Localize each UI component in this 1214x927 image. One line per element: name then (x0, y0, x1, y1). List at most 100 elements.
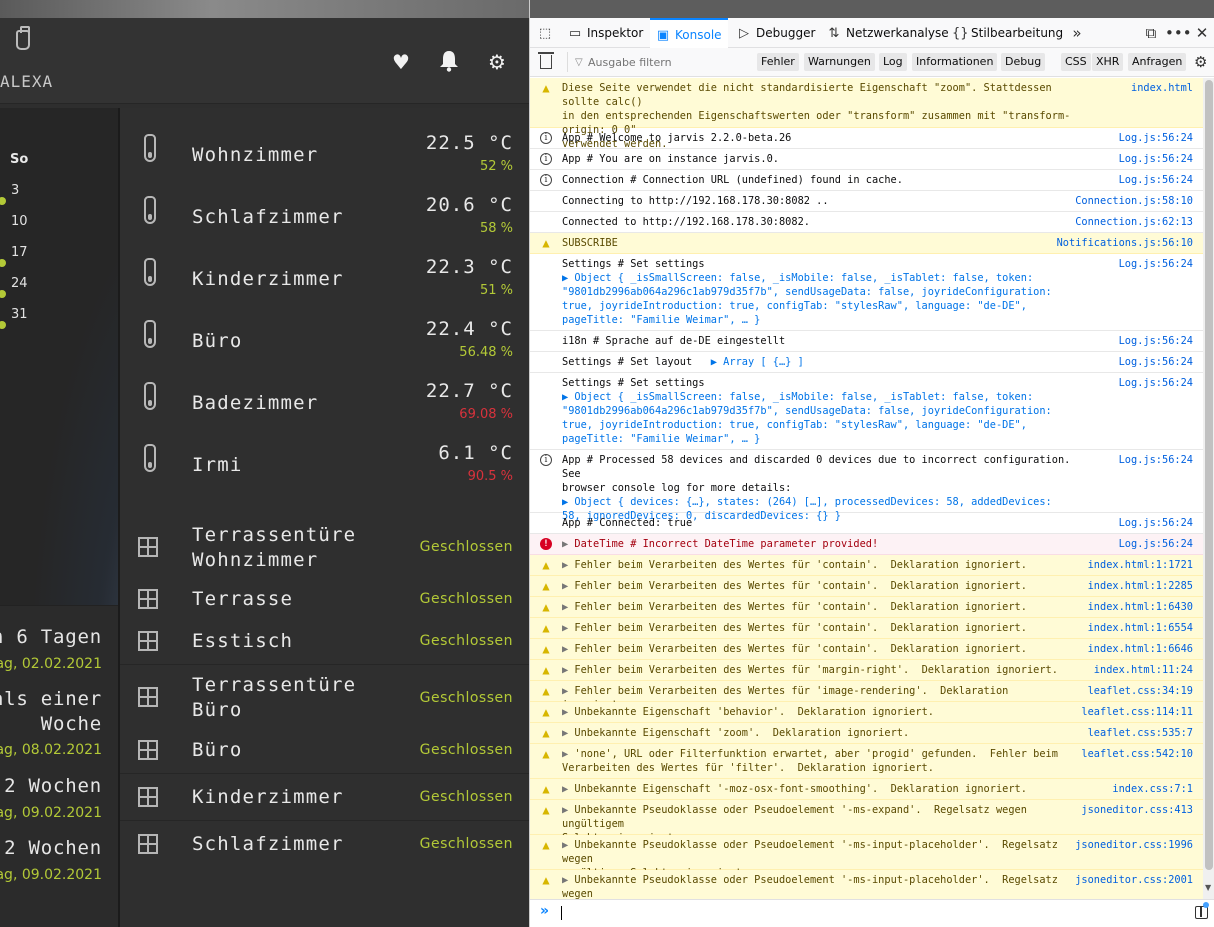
heart-icon[interactable]: ♥ (389, 50, 413, 74)
console-message[interactable]: ▲ ▶ Fehler beim Verarbeiten des Wertes fü… (530, 597, 1203, 618)
expand-triangle-icon[interactable]: ▶ (562, 685, 574, 697)
console-message[interactable]: ▲ ▶ Unbekannte Pseudoklasse oder Pseudoel… (530, 870, 1203, 899)
temperature-row[interactable]: Kinderzimmer 22.3 °C 51 % (120, 246, 529, 308)
source-link[interactable]: Log.js:56:24 (1119, 173, 1193, 187)
console-message[interactable]: i App # Welcome to jarvis 2.2.0-beta.26 Lo… (530, 128, 1203, 149)
trash-icon[interactable] (538, 52, 554, 69)
console-message[interactable]: ▲ Diese Seite verwendet die nicht standar… (530, 78, 1203, 150)
source-link[interactable]: leaflet.css:542:10 (1081, 747, 1193, 761)
scroll-down-arrow-icon[interactable]: ▼ (1205, 883, 1211, 892)
inline-object[interactable]: ▶ Array [ {…} ] (692, 356, 804, 368)
filter-input[interactable] (567, 52, 747, 72)
console-message[interactable]: i18n # Sprache auf de-DE eingestellt Log.… (530, 331, 1203, 352)
temperature-row[interactable]: Büro 22.4 °C 56.48 % (120, 308, 529, 370)
source-link[interactable]: index.html:1:6646 (1088, 642, 1193, 656)
source-link[interactable]: jsoneditor.css:413 (1081, 803, 1193, 817)
source-link[interactable]: index.html:1:6430 (1088, 600, 1193, 614)
expand-triangle-icon[interactable]: ▶ (562, 580, 574, 592)
temperature-row[interactable]: Schlafzimmer 20.6 °C 58 % (120, 184, 529, 246)
tab-inspector[interactable]: ▭ Inspektor (568, 18, 643, 48)
console-message[interactable]: ▲ ▶ Unbekannte Eigenschaft '-moz-osx-font… (530, 779, 1203, 800)
scrollbar-thumb[interactable] (1205, 80, 1213, 870)
filter-debug-button[interactable]: Debug (1001, 53, 1046, 71)
console-message[interactable]: Connecting to http://192.168.178.30:8082… (530, 191, 1203, 212)
expand-triangle-icon[interactable]: ▶ (562, 839, 574, 851)
console-message[interactable]: ▲ ▶ Fehler beim Verarbeiten des Wertes fü… (530, 681, 1203, 711)
console-message[interactable]: ▲ ▶ Fehler beim Verarbeiten des Wertes fü… (530, 555, 1203, 576)
source-link[interactable]: Log.js:56:24 (1119, 376, 1193, 390)
console-message[interactable]: i Connection # Connection URL (undefined)… (530, 170, 1203, 191)
source-link[interactable]: Connection.js:62:13 (1075, 215, 1193, 229)
source-link[interactable]: Log.js:56:24 (1119, 453, 1193, 467)
filter-css-button[interactable]: CSS (1061, 53, 1091, 71)
calendar-day[interactable]: 10 (11, 214, 28, 229)
console-message[interactable]: ▲ ▶ Fehler beim Verarbeiten des Wertes fü… (530, 660, 1203, 681)
source-link[interactable]: Log.js:56:24 (1119, 152, 1193, 166)
source-link[interactable]: Log.js:56:24 (1119, 355, 1193, 369)
expand-triangle-icon[interactable]: ▶ (562, 601, 574, 613)
expand-triangle-icon[interactable]: ▶ (562, 783, 574, 795)
more-options-icon[interactable]: ••• (1165, 18, 1192, 48)
tab-network[interactable]: ⇅ Netzwerkanalyse (827, 18, 949, 48)
source-link[interactable]: index.html (1131, 81, 1193, 95)
source-link[interactable]: Notifications.js:56:10 (1057, 236, 1193, 250)
temperature-row[interactable]: Wohnzimmer 22.5 °C 52 % (120, 122, 529, 184)
console-message[interactable]: ▲ ▶ Unbekannte Eigenschaft 'behavior'. De… (530, 702, 1203, 723)
expand-triangle-icon[interactable]: ▶ (562, 727, 574, 739)
console-message[interactable]: Settings # Set settings ▶ Object { _isSm… (530, 373, 1203, 450)
source-link[interactable]: index.html:11:24 (1094, 663, 1193, 677)
source-link[interactable]: Log.js:56:24 (1119, 516, 1193, 530)
tab-console[interactable]: ▣ Konsole (650, 18, 728, 48)
console-message[interactable]: i App # Processed 58 devices and discarde… (530, 450, 1203, 522)
calendar-day[interactable]: 17 (11, 245, 28, 260)
console-message[interactable]: Settings # Set layout ▶ Array [ {…} ] Log… (530, 352, 1203, 373)
filter-log-button[interactable]: Log (879, 53, 907, 71)
element-picker-icon[interactable]: ⬚ (538, 18, 557, 48)
expand-triangle-icon[interactable]: ▶ (562, 664, 574, 676)
filter-info-button[interactable]: Informationen (912, 53, 998, 71)
tab-debugger[interactable]: ▷ Debugger (737, 18, 815, 48)
source-link[interactable]: index.html:1:2285 (1088, 579, 1193, 593)
console-message[interactable]: ▲ ▶ Fehler beim Verarbeiten des Wertes fü… (530, 576, 1203, 597)
calendar-day[interactable]: 31 (11, 307, 28, 322)
close-icon[interactable]: ✕ (1190, 18, 1214, 48)
console-message[interactable]: ▲ ▶ Unbekannte Pseudoklasse oder Pseudoel… (530, 800, 1203, 844)
source-link[interactable]: index.html:1:1721 (1088, 558, 1193, 572)
logged-object[interactable]: ▶ Object { _isSmallScreen: false, _isMob… (562, 391, 1058, 445)
calendar-day[interactable]: 3 (11, 183, 19, 198)
filter-requests-button[interactable]: Anfragen (1128, 53, 1187, 71)
expand-triangle-icon[interactable]: ▶ (562, 559, 574, 571)
source-link[interactable]: Connection.js:58:10 (1075, 194, 1193, 208)
source-link[interactable]: Log.js:56:24 (1119, 334, 1193, 348)
expand-triangle-icon[interactable]: ▶ (562, 622, 574, 634)
gear-icon[interactable]: ⚙ (485, 50, 509, 74)
expand-triangle-icon[interactable]: ▶ (562, 874, 574, 886)
calendar-day[interactable]: 24 (11, 276, 28, 291)
source-link[interactable]: Log.js:56:24 (1119, 257, 1193, 271)
temperature-row[interactable]: Badezimmer 22.7 °C 69.08 % (120, 370, 529, 432)
console-message[interactable]: ▲ ▶ 'none', URL oder Filterfunktion erwar… (530, 744, 1203, 779)
logged-object[interactable]: ▶ Object { _isSmallScreen: false, _isMob… (562, 272, 1058, 326)
console-message[interactable]: ▲ ▶ Unbekannte Pseudoklasse oder Pseudoel… (530, 835, 1203, 879)
expand-triangle-icon[interactable]: ▶ (562, 706, 574, 718)
source-link[interactable]: jsoneditor.css:2001 (1075, 873, 1193, 887)
more-tabs-icon[interactable]: » (1065, 18, 1089, 48)
console-scrollbar[interactable]: ▼ (1203, 78, 1214, 899)
console-input-line[interactable]: » (530, 899, 1214, 927)
source-link[interactable]: leaflet.css:34:19 (1088, 684, 1193, 698)
tab-style-editor[interactable]: {} Stilbearbeitung (952, 18, 1063, 48)
console-message[interactable]: i App # You are on instance jarvis.0. Log.… (530, 149, 1203, 170)
console-message[interactable]: ▲ ▶ Fehler beim Verarbeiten des Wertes fü… (530, 639, 1203, 660)
filter-xhr-button[interactable]: XHR (1092, 53, 1124, 71)
expand-triangle-icon[interactable]: ▶ (562, 643, 574, 655)
console-message[interactable]: ▲ ▶ Unbekannte Eigenschaft 'zoom'. Deklar… (530, 723, 1203, 744)
source-link[interactable]: jsoneditor.css:1996 (1075, 838, 1193, 852)
source-link[interactable]: leaflet.css:114:11 (1081, 705, 1193, 719)
expand-triangle-icon[interactable]: ▶ (562, 538, 574, 550)
filter-warnings-button[interactable]: Warnungen (804, 53, 875, 71)
console-message[interactable]: ! ▶ DateTime # Incorrect DateTime paramet… (530, 534, 1203, 555)
console-message[interactable]: Connected to http://192.168.178.30:8082.… (530, 212, 1203, 233)
console-settings-gear-icon[interactable]: ⚙ (1194, 53, 1207, 71)
bell-icon[interactable] (437, 50, 461, 74)
source-link[interactable]: Log.js:56:24 (1119, 537, 1193, 551)
